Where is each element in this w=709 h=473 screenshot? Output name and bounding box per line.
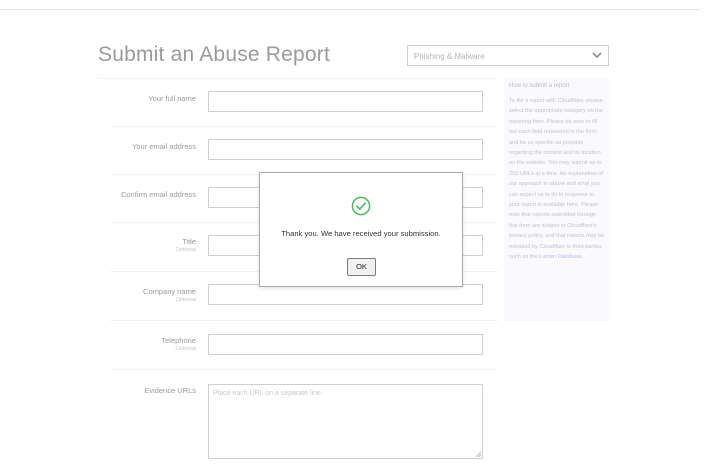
form-row-full-name: Your full name — [98, 79, 498, 127]
ok-button[interactable]: OK — [347, 258, 376, 276]
resize-grip-icon[interactable] — [475, 451, 481, 457]
full-name-input[interactable] — [208, 91, 483, 112]
email-input[interactable] — [208, 139, 483, 160]
dialog-message: Thank you. We have received your submiss… — [281, 229, 441, 238]
evidence-urls-placeholder: Place each URL on a separate line — [213, 390, 321, 397]
help-body: To file a report with Cloudflare, please… — [509, 96, 605, 263]
full-name-label: Your full name — [148, 94, 196, 103]
form-row-telephone: Telephone Optional — [98, 321, 498, 370]
company-optional-hint: Optional — [175, 297, 197, 303]
category-select[interactable]: Phishing & Malware — [407, 45, 609, 66]
lumen-database-link[interactable]: Lumen Database. — [539, 254, 583, 260]
company-label: Company name — [143, 287, 196, 296]
evidence-urls-textarea[interactable]: Place each URL on a separate line — [208, 384, 483, 459]
help-panel: How to submit a report To file a report … — [504, 78, 609, 321]
telephone-label: Telephone — [161, 336, 196, 345]
page-title: Submit an Abuse Report — [98, 43, 331, 66]
header-divider — [0, 9, 700, 10]
telephone-optional-hint: Optional — [175, 346, 197, 352]
form-row-email: Your email address — [98, 127, 498, 175]
abuse-report-page: Submit an Abuse Report Phishing & Malwar… — [0, 0, 709, 473]
help-heading: How to submit a report — [509, 83, 570, 89]
check-circle-icon — [351, 196, 371, 216]
email-label: Your email address — [132, 142, 196, 151]
telephone-input[interactable] — [208, 334, 483, 355]
category-select-value: Phishing & Malware — [414, 52, 485, 61]
title-label: Title — [182, 237, 196, 246]
confirm-email-label: Confirm email address — [120, 190, 196, 199]
help-body-text: To file a report with Cloudflare, please… — [509, 98, 605, 261]
title-optional-hint: Optional — [175, 247, 197, 253]
company-input[interactable] — [208, 284, 483, 305]
chevron-down-icon — [592, 52, 602, 59]
confirmation-dialog: Thank you. We have received your submiss… — [259, 172, 463, 287]
form-row-evidence-urls: Evidence URLs Place each URL on a separa… — [98, 370, 498, 470]
evidence-urls-label: Evidence URLs — [144, 386, 196, 395]
